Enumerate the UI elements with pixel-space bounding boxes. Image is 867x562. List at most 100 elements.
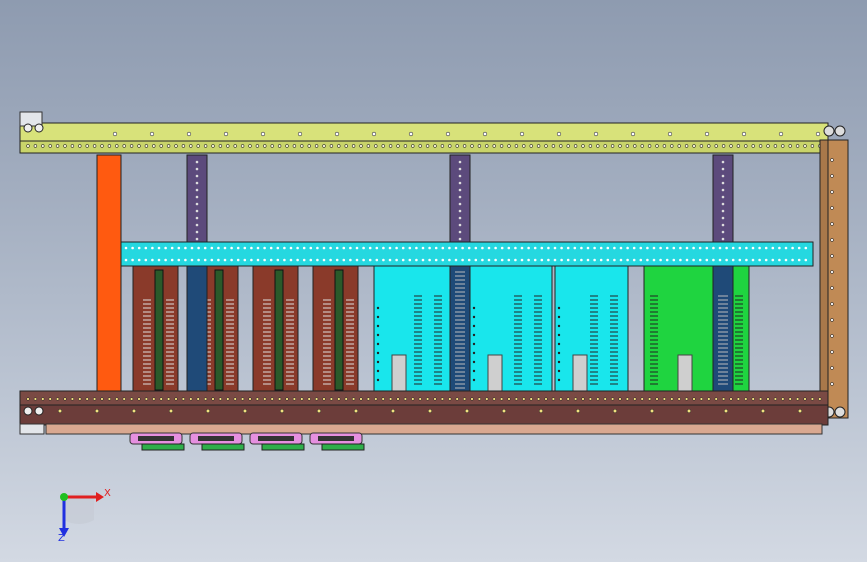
bar-hole	[322, 258, 326, 262]
rail-hole	[100, 144, 104, 148]
rail-hole	[152, 144, 156, 148]
rail-hole	[729, 144, 733, 148]
bar-hole	[507, 258, 511, 262]
bar-hole	[725, 246, 728, 250]
bar-hole	[599, 246, 603, 250]
bar-hole	[593, 246, 596, 250]
rail-hole	[144, 144, 149, 148]
bar-hole	[520, 246, 524, 250]
bar-hole	[415, 246, 418, 250]
bar-hole	[309, 258, 313, 262]
rail-hole	[260, 131, 266, 137]
bar-hole	[566, 258, 570, 262]
rail-hole	[729, 397, 733, 401]
brown-card-group	[132, 265, 359, 392]
rail-hole	[226, 144, 230, 148]
bar-hole	[184, 258, 187, 262]
rail-hole	[603, 397, 607, 401]
rail-hole	[408, 131, 414, 137]
rail-hole	[559, 397, 563, 401]
card-hole	[557, 306, 561, 310]
rail-hole	[242, 408, 248, 414]
rail-hole	[322, 144, 326, 148]
rail-hole	[714, 144, 718, 148]
rail-hole	[640, 397, 644, 401]
bar-hole	[718, 246, 722, 250]
bar-hole	[580, 258, 583, 262]
rail-hole	[166, 397, 171, 401]
post-hole	[721, 237, 725, 241]
rail-hole	[684, 144, 689, 148]
card-hole	[376, 351, 380, 355]
bar-hole	[190, 246, 194, 250]
rail-hole	[485, 397, 489, 401]
bar-hole	[745, 246, 748, 250]
rail-hole	[403, 144, 408, 148]
rail-hole	[514, 397, 519, 401]
rail-hole	[758, 397, 763, 401]
card-hole	[376, 378, 380, 382]
post-hole	[721, 230, 725, 234]
bar-hole	[560, 258, 563, 262]
x-axis-label: X	[104, 488, 111, 499]
rail-hole	[499, 397, 504, 401]
bar-hole	[652, 246, 656, 250]
rail-hole	[137, 397, 141, 401]
rail-hole	[92, 397, 97, 401]
bar-hole	[395, 246, 398, 250]
bar-hole	[619, 258, 623, 262]
bar-hole	[342, 258, 346, 262]
rail-hole	[211, 144, 215, 148]
tab-connector	[261, 443, 305, 451]
bar-hole	[745, 258, 748, 262]
bar-hole	[573, 258, 577, 262]
rail-hole	[196, 144, 200, 148]
post-hole	[721, 167, 725, 171]
rail-hole	[795, 397, 800, 401]
rail-hole	[26, 144, 30, 148]
rail-hole	[314, 397, 319, 401]
rail-hole	[655, 144, 659, 148]
bar-hole	[131, 258, 134, 262]
bar-hole	[388, 258, 392, 262]
bar-hole	[606, 246, 610, 250]
rail-hole	[390, 408, 396, 414]
bottom-rail	[19, 390, 829, 435]
bar-hole	[784, 246, 788, 250]
bar-hole	[685, 258, 689, 262]
rail-hole	[464, 408, 470, 414]
rail-hole	[55, 144, 60, 148]
tab-slot	[258, 436, 294, 441]
rail-hole	[699, 397, 704, 401]
bar-hole	[124, 246, 128, 250]
rail-hole	[41, 144, 45, 148]
rail-hole	[610, 397, 615, 401]
cad-viewport[interactable]	[0, 0, 867, 562]
rail-hole	[344, 397, 348, 401]
card-slot	[572, 354, 588, 392]
bar-hole	[428, 246, 431, 250]
bar-hole	[223, 246, 227, 250]
rail-hole	[633, 144, 637, 148]
bar-hole	[335, 246, 339, 250]
rail-hole	[522, 397, 526, 401]
bar-hole	[144, 246, 148, 250]
rail-hole	[522, 144, 526, 148]
rail-hole	[492, 144, 496, 148]
bar-hole	[659, 258, 662, 262]
bar-hole	[408, 258, 412, 262]
rail-hole	[588, 397, 593, 401]
bar-hole	[454, 246, 458, 250]
rail-hole	[92, 144, 97, 148]
bar-hole	[382, 246, 385, 250]
bar-hole	[322, 246, 326, 250]
rail-hole	[477, 397, 482, 401]
card-slot	[487, 354, 503, 392]
post-hole	[458, 202, 462, 206]
bar-hole	[131, 246, 134, 250]
rail-hole	[448, 144, 452, 148]
bar-hole	[349, 258, 352, 262]
bar-hole	[355, 258, 359, 262]
tab-slot	[198, 436, 234, 441]
rail-hole	[41, 397, 45, 401]
